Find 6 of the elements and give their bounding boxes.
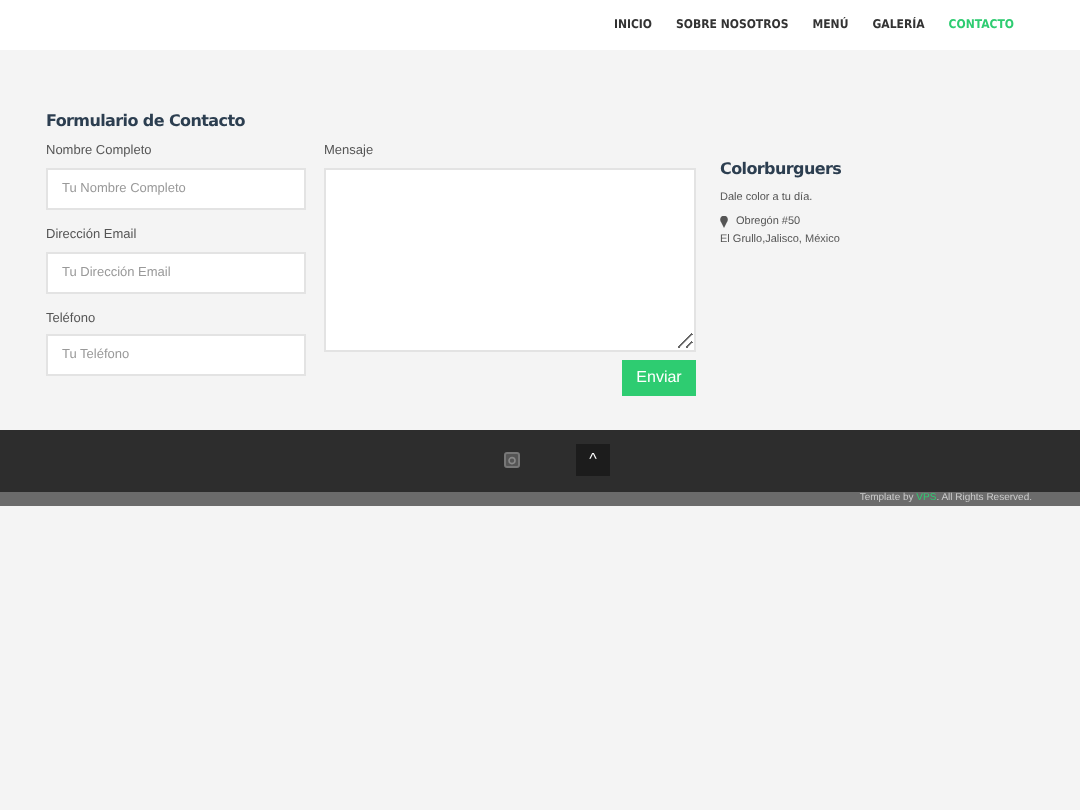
instagram-icon[interactable] (504, 452, 520, 469)
map-pin-icon (720, 216, 728, 229)
form-title: Formulario de Contacto (46, 110, 247, 134)
message-field[interactable] (324, 167, 696, 352)
brand-title: Colorburguers (720, 158, 842, 182)
back-to-top-button[interactable]: ^ (576, 444, 610, 477)
